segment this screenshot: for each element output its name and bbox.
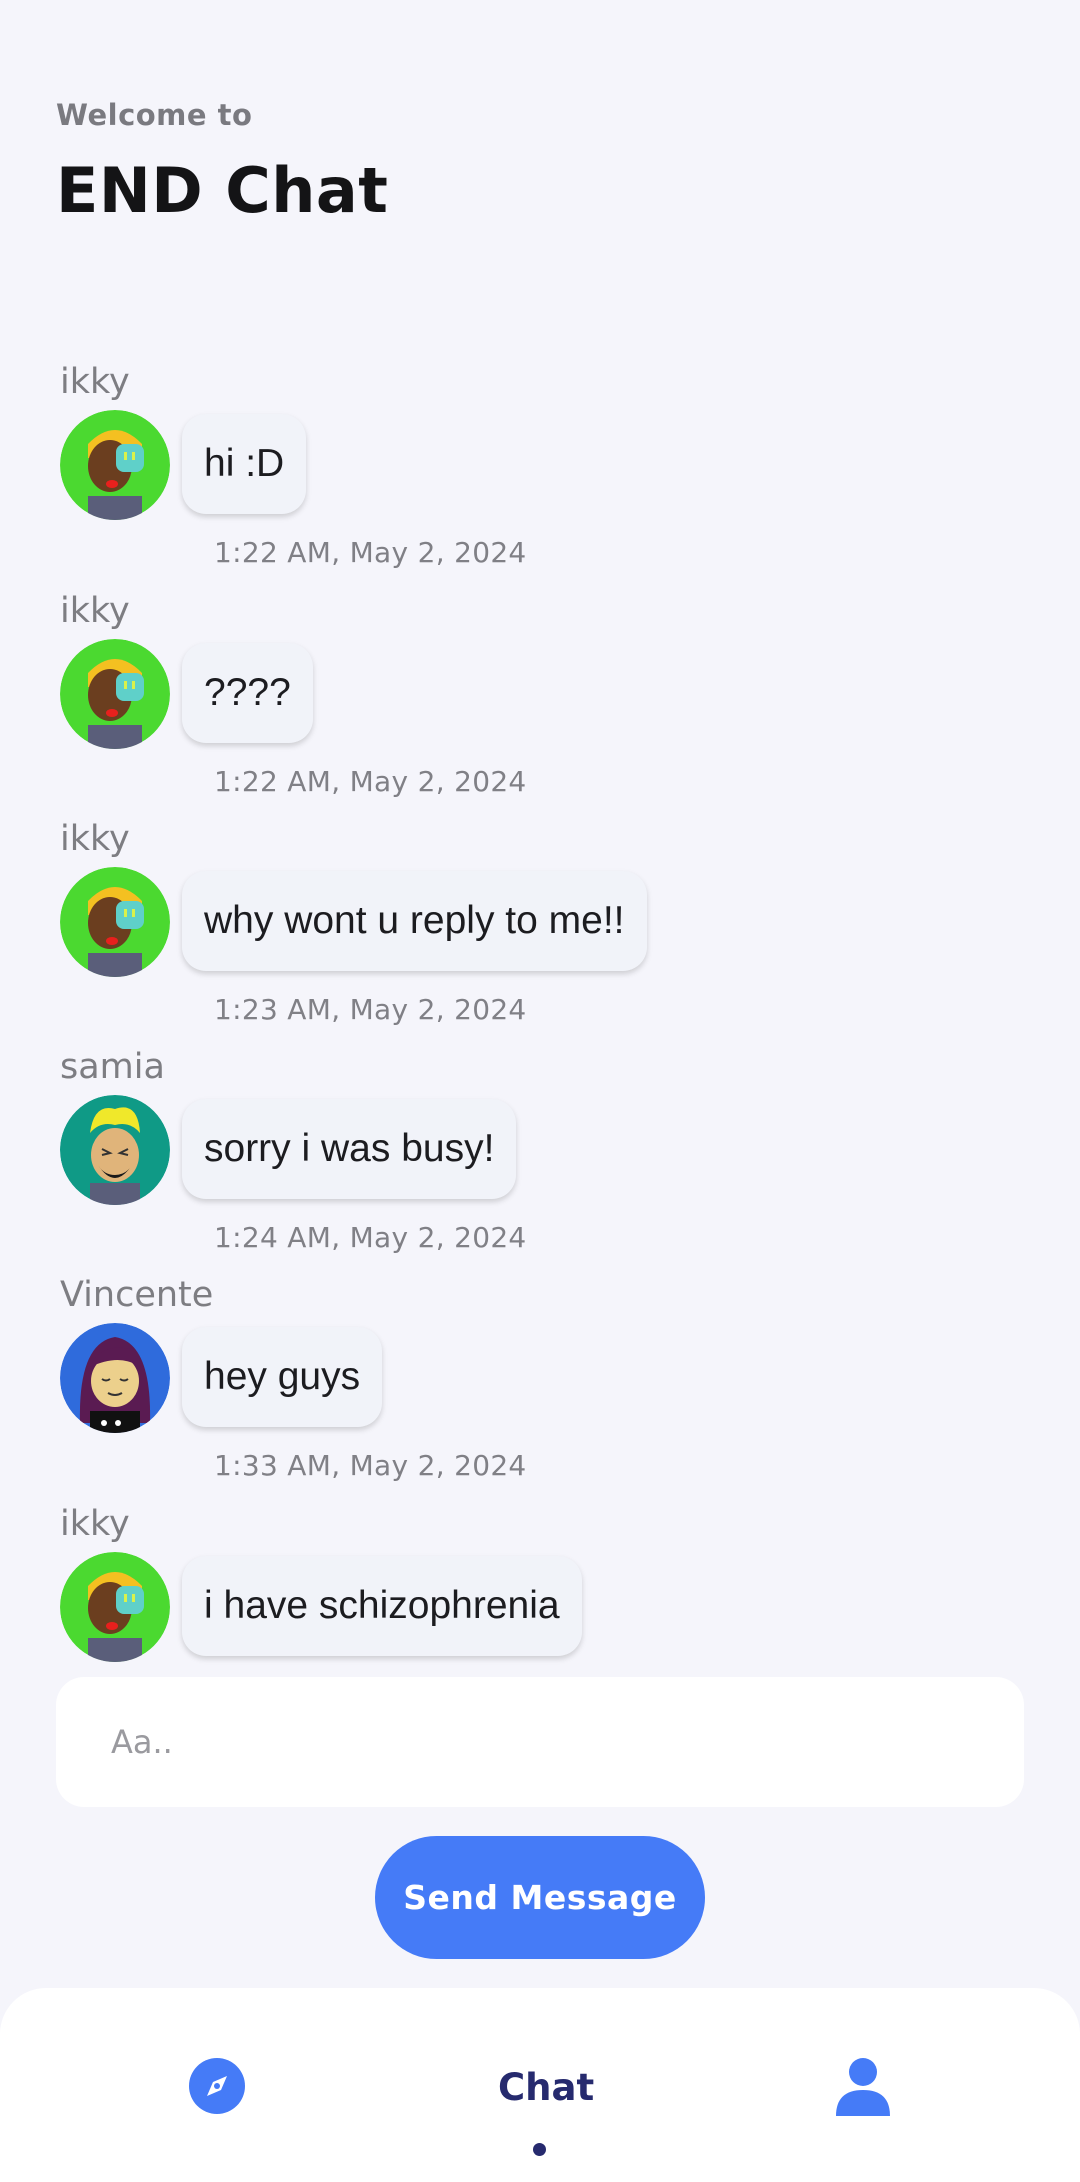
avatar[interactable] — [60, 1552, 170, 1662]
message-bubble[interactable]: hey guys — [182, 1327, 383, 1427]
avatar-ikky-icon — [60, 867, 170, 977]
avatar-samia-icon — [60, 1095, 170, 1205]
message-bubble[interactable]: sorry i was busy! — [182, 1099, 517, 1199]
welcome-text: Welcome to — [56, 98, 253, 132]
avatar-ikky-icon — [60, 410, 170, 520]
active-tab-indicator — [533, 2143, 546, 2156]
chat-message: ikky ???? 1:22 AM, May 2, 2024 — [0, 591, 1080, 819]
nav-explore[interactable] — [189, 2058, 245, 2114]
compass-icon — [189, 2058, 245, 2114]
send-message-button[interactable]: Send Message — [375, 1836, 705, 1959]
sender-name: Vincente — [60, 1275, 214, 1315]
sender-name: ikky — [60, 1504, 130, 1544]
message-timestamp: 1:22 AM, May 2, 2024 — [214, 536, 527, 569]
message-timestamp: 1:33 AM, May 2, 2024 — [214, 1449, 527, 1482]
message-input-placeholder: Aa.. — [111, 1723, 173, 1761]
message-bubble[interactable]: hi :D — [182, 414, 307, 514]
message-bubble[interactable]: ???? — [182, 643, 313, 743]
nav-chat[interactable]: Chat — [498, 2066, 594, 2109]
avatar-ikky-icon — [60, 1552, 170, 1662]
avatar-vincente-icon — [60, 1323, 170, 1433]
avatar-ikky-icon — [60, 639, 170, 749]
message-bubble[interactable]: why wont u reply to me!! — [182, 871, 647, 971]
person-icon — [836, 2058, 890, 2116]
chat-message: samia sorry i was busy! 1:24 AM, May 2, … — [0, 1047, 1080, 1275]
chat-message: ikky why wont u reply to me!! 1:23 AM, M… — [0, 819, 1080, 1047]
sender-name: ikky — [60, 819, 130, 859]
sender-name: ikky — [60, 591, 130, 631]
avatar[interactable] — [60, 639, 170, 749]
avatar[interactable] — [60, 410, 170, 520]
chat-message: Vincente hey guys 1:33 AM, May 2, 2024 — [0, 1275, 1080, 1503]
avatar[interactable] — [60, 1323, 170, 1433]
sender-name: samia — [60, 1047, 165, 1087]
header: Welcome to END Chat — [56, 98, 388, 227]
page-title: END Chat — [56, 154, 389, 227]
message-timestamp: 1:23 AM, May 2, 2024 — [214, 993, 527, 1026]
message-timestamp: 1:24 AM, May 2, 2024 — [214, 1221, 527, 1254]
avatar[interactable] — [60, 867, 170, 977]
message-timestamp: 1:22 AM, May 2, 2024 — [214, 765, 527, 798]
message-bubble[interactable]: i have schizophrenia — [182, 1556, 582, 1656]
message-input[interactable]: Aa.. — [56, 1677, 1024, 1807]
sender-name: ikky — [60, 362, 130, 402]
avatar[interactable] — [60, 1095, 170, 1205]
nav-profile[interactable] — [836, 2058, 890, 2116]
bottom-navigation: Chat — [0, 1988, 1080, 2182]
chat-message: ikky hi :D 1:22 AM, May 2, 2024 — [0, 362, 1080, 590]
